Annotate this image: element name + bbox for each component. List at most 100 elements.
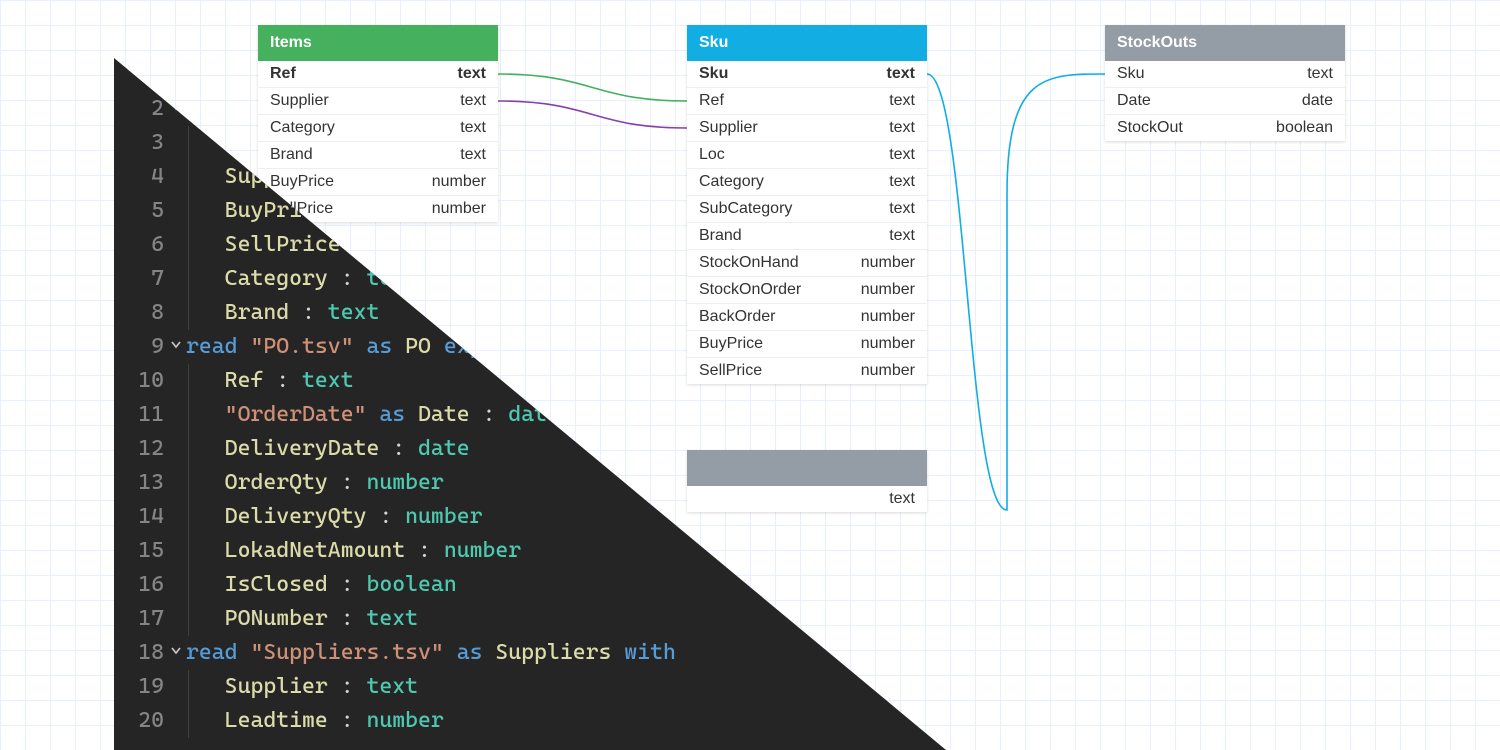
table-column[interactable]: Category text (687, 169, 927, 196)
line-number[interactable]: 16 (114, 568, 164, 602)
tok-kw: as (354, 334, 406, 359)
table-header[interactable]: StockOuts (1105, 25, 1345, 61)
table-column[interactable]: Brandtext (687, 223, 927, 250)
table-column[interactable]: StockOnHandnumber (687, 250, 927, 277)
line-number[interactable]: 20 (114, 704, 164, 738)
line-number[interactable]: 13 (114, 466, 164, 500)
column-type: text (889, 119, 915, 137)
table-column[interactable]: Loctext (687, 142, 927, 169)
column-type: boolean (1276, 119, 1333, 137)
code-line[interactable]: read "Suppliers.tsv" as Suppliers with (178, 636, 676, 670)
column-name: Sku (699, 65, 728, 83)
column-type: text (889, 200, 915, 218)
line-number[interactable]: 15 (114, 534, 164, 568)
column-type: text (460, 146, 486, 164)
column-type: number (861, 308, 915, 326)
line-number[interactable]: 12 (114, 432, 164, 466)
column-name: StockOnHand (699, 254, 799, 272)
tok-fld: LokadNetAmount (225, 538, 405, 563)
code-line[interactable]: OrderQty : number (178, 466, 676, 500)
column-name: BuyPrice (270, 173, 334, 191)
column-type: text (889, 173, 915, 191)
table-column[interactable]: StockOnOrdernumber (687, 277, 927, 304)
code-line[interactable]: Supplier : text (178, 670, 676, 704)
line-number[interactable]: 2 (114, 92, 164, 126)
tok-punc: : (470, 402, 509, 427)
tok-fld: DeliveryQty (225, 504, 367, 529)
line-number[interactable]: 3 (114, 126, 164, 160)
column-type: number (861, 362, 915, 380)
tok-kw: read (186, 640, 250, 665)
tok-typ: text (366, 606, 418, 631)
tok-kw: as (366, 402, 418, 427)
tok-punc: : (366, 504, 405, 529)
table-column[interactable]: BuyPricenumber (687, 331, 927, 358)
line-number[interactable]: 8 (114, 296, 164, 330)
line-number[interactable]: 17 (114, 602, 164, 636)
column-name: Brand (699, 227, 742, 245)
table-column[interactable]: BackOrdernumber (687, 304, 927, 331)
tok-fld: Supplier (225, 674, 328, 699)
table-column[interactable]: Suppliertext (687, 115, 927, 142)
column-type: date (1302, 92, 1333, 110)
tok-str: "OrderDate" (225, 402, 367, 427)
line-number[interactable]: 4 (114, 160, 164, 194)
tok-typ: boolean (366, 572, 456, 597)
line-number[interactable]: 5 (114, 194, 164, 228)
table-column[interactable]: Reftext (687, 88, 927, 115)
line-number[interactable]: 18 (114, 636, 164, 670)
table-header[interactable]: Sku (687, 25, 927, 61)
code-line[interactable]: DeliveryQty : number (178, 500, 676, 534)
column-name: Ref (699, 92, 724, 110)
line-number[interactable]: 14 (114, 500, 164, 534)
table-column[interactable]: Brand text (258, 142, 498, 169)
column-name: Category (699, 173, 764, 191)
tok-typ: text (366, 674, 418, 699)
tok-fld: PONumber (225, 606, 328, 631)
tok-str: "PO.tsv" (250, 334, 353, 359)
column-type: text (887, 65, 915, 83)
column-type: text (889, 490, 915, 508)
column-name: StockOut (1117, 119, 1183, 137)
tok-typ: date (418, 436, 470, 461)
line-number[interactable]: 9 (114, 330, 164, 364)
table-column[interactable]: Suppliertext (258, 88, 498, 115)
tok-punc: : (328, 470, 367, 495)
table-sku[interactable]: SkuSkutextReftextSuppliertextLoctextCate… (687, 25, 927, 384)
code-line[interactable]: PONumber : text (178, 602, 676, 636)
tok-typ: number (366, 708, 443, 733)
table-column[interactable]: Reftext (258, 61, 498, 88)
code-line[interactable]: LokadNetAmount : number (178, 534, 676, 568)
table-column[interactable]: Skutext (1105, 61, 1345, 88)
column-type: text (889, 146, 915, 164)
table-column[interactable]: text (687, 486, 927, 512)
tok-kw: as (444, 640, 496, 665)
column-name: Supplier (270, 92, 329, 110)
table-header[interactable]: Items (258, 25, 498, 61)
column-name: Brand (270, 146, 313, 164)
table-column[interactable]: Categorytext (258, 115, 498, 142)
table-column[interactable]: SellPricenumber (687, 358, 927, 384)
table-column[interactable]: Sku text (687, 61, 927, 88)
table-column[interactable]: Datedate (1105, 88, 1345, 115)
tok-punc: : (379, 436, 418, 461)
column-type: number (861, 335, 915, 353)
table-lower[interactable]: text (687, 450, 927, 512)
line-number[interactable]: 6 (114, 228, 164, 262)
table-items[interactable]: ItemsReftextSuppliertextCategorytextBran… (258, 25, 498, 222)
table-column[interactable]: BuyPricenumber (258, 169, 498, 196)
table-column[interactable]: SubCategorytext (687, 196, 927, 223)
line-number[interactable]: 11 (114, 398, 164, 432)
line-number[interactable]: 7 (114, 262, 164, 296)
table-columns: ReftextSuppliertextCategorytextBrandtext… (258, 61, 498, 222)
code-line[interactable]: Leadtime : number (178, 704, 676, 738)
code-line[interactable]: IsClosed : boolean (178, 568, 676, 602)
line-number[interactable]: 10 (114, 364, 164, 398)
column-type: number (432, 200, 486, 218)
table-column[interactable]: StockOut boolean (1105, 115, 1345, 141)
tok-fld: Ref (225, 368, 264, 393)
table-header[interactable] (687, 450, 927, 486)
column-type: text (460, 119, 486, 137)
line-number[interactable]: 19 (114, 670, 164, 704)
table-stockouts[interactable]: StockOutsSkutextDatedate StockOut boolean (1105, 25, 1345, 141)
